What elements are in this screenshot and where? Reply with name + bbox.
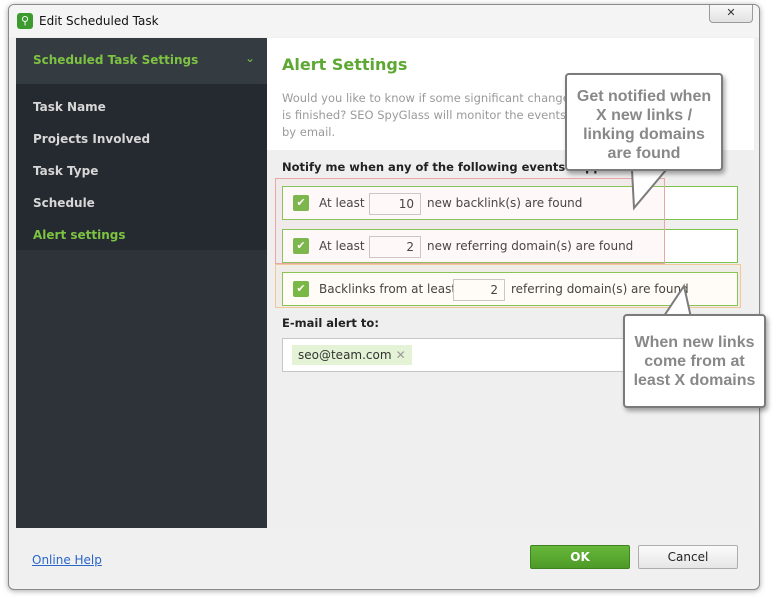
callout-new-links: Get notified when X new links / linking … bbox=[565, 73, 723, 171]
callout-line: Get notified when bbox=[576, 88, 712, 105]
callout-line: come from at bbox=[644, 353, 745, 370]
callout-pointer-top bbox=[630, 169, 669, 211]
callout-line: are found bbox=[607, 145, 681, 162]
callout-domains: When new links come from at least X doma… bbox=[623, 314, 766, 408]
callout-line: least X domains bbox=[633, 372, 756, 389]
callout-line: When new links bbox=[634, 334, 755, 351]
callout-line: linking domains bbox=[583, 126, 705, 143]
callout-line: X new links / bbox=[595, 107, 693, 124]
